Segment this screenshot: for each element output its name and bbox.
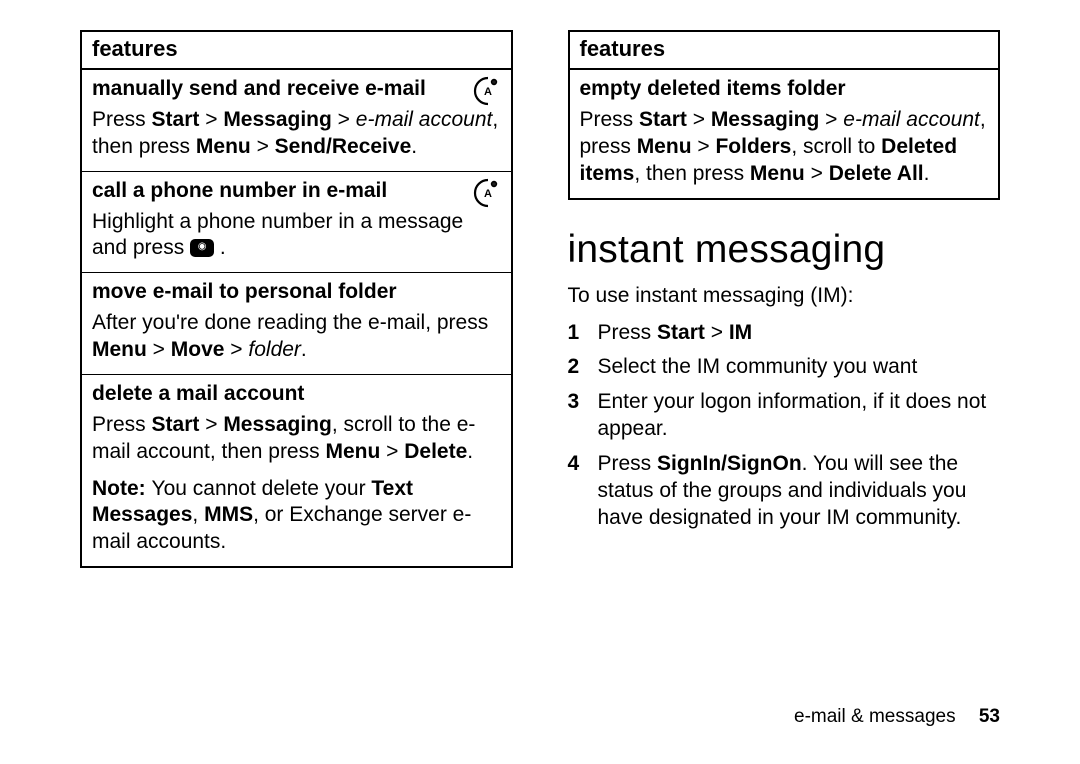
- feature-empty-deleted: empty deleted items folder Press Start >…: [570, 70, 999, 198]
- features-header: features: [570, 32, 999, 70]
- left-column: features manually send and receive e-mai…: [80, 30, 513, 568]
- step-text: Press Start > IM: [598, 320, 753, 347]
- feature-title: delete a mail account: [92, 381, 501, 408]
- feature-title: move e-mail to personal folder: [92, 279, 501, 306]
- crescent-icon: A: [473, 178, 503, 208]
- feature-note: Note: You cannot delete your Text Messag…: [92, 477, 471, 554]
- step-2: 2 Select the IM community you want: [568, 354, 1001, 381]
- right-column: features empty deleted items folder Pres…: [568, 30, 1001, 568]
- feature-body: Highlight a phone number in a message an…: [92, 210, 463, 260]
- features-header: features: [82, 32, 511, 70]
- footer-text: e-mail & messages: [794, 706, 956, 727]
- feature-move-folder: move e-mail to personal folder After you…: [82, 273, 511, 375]
- feature-body: After you're done reading the e-mail, pr…: [92, 311, 488, 361]
- step-number: 2: [568, 354, 598, 381]
- feature-call-number: call a phone number in e-mail A Highligh…: [82, 172, 511, 274]
- im-intro: To use instant messaging (IM):: [568, 284, 1001, 308]
- crescent-icon: A: [473, 76, 503, 106]
- step-text: Select the IM community you want: [598, 354, 918, 381]
- step-4: 4 Press SignIn/SignOn. You will see the …: [568, 451, 1001, 532]
- feature-delete-account: delete a mail account Press Start > Mess…: [82, 375, 511, 566]
- page-number: 53: [979, 706, 1000, 727]
- feature-send-receive: manually send and receive e-mail A Press…: [82, 70, 511, 172]
- features-table-left: features manually send and receive e-mai…: [80, 30, 513, 568]
- svg-text:A: A: [484, 188, 492, 200]
- features-table-right: features empty deleted items folder Pres…: [568, 30, 1001, 200]
- step-text: Enter your logon information, if it does…: [598, 389, 1001, 443]
- svg-text:A: A: [484, 86, 492, 98]
- feature-body: Press Start > Messaging > e-mail account…: [92, 108, 498, 158]
- feature-body: Press Start > Messaging, scroll to the e…: [92, 413, 475, 463]
- step-3: 3 Enter your logon information, if it do…: [568, 389, 1001, 443]
- step-1: 1 Press Start > IM: [568, 320, 1001, 347]
- step-number: 3: [568, 389, 598, 443]
- feature-title: empty deleted items folder: [580, 76, 989, 103]
- section-heading-im: instant messaging: [568, 228, 1001, 272]
- camera-key-icon: [190, 239, 214, 257]
- im-steps: 1 Press Start > IM 2 Select the IM commu…: [568, 320, 1001, 532]
- feature-body: Press Start > Messaging > e-mail account…: [580, 108, 986, 185]
- page-footer: e-mail & messages 53: [794, 706, 1000, 728]
- feature-title: call a phone number in e-mail: [92, 178, 501, 205]
- step-number: 4: [568, 451, 598, 532]
- feature-title: manually send and receive e-mail: [92, 76, 501, 103]
- step-text: Press SignIn/SignOn. You will see the st…: [598, 451, 1001, 532]
- step-number: 1: [568, 320, 598, 347]
- page-columns: features manually send and receive e-mai…: [80, 30, 1000, 568]
